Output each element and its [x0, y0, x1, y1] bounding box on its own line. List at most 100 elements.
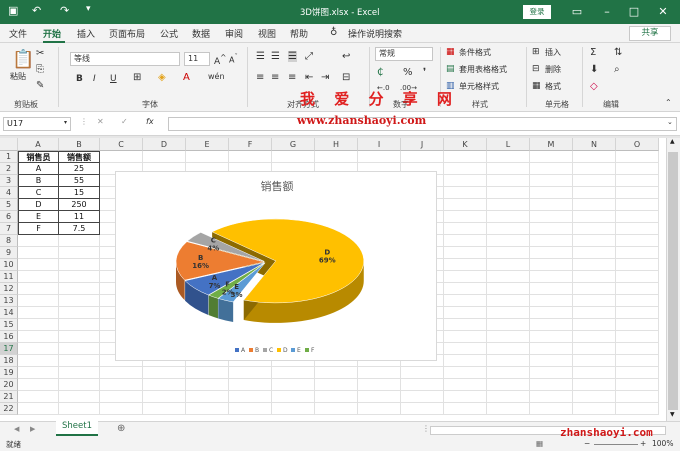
- cell[interactable]: 11: [59, 211, 100, 223]
- decrease-indent-icon[interactable]: ⇤: [305, 72, 313, 83]
- cell[interactable]: [100, 403, 143, 415]
- cell[interactable]: E: [18, 211, 59, 223]
- cell[interactable]: [18, 367, 59, 379]
- tab-page-layout[interactable]: 页面布局: [109, 27, 145, 40]
- next-sheet-icon[interactable]: ▶: [30, 425, 35, 433]
- enter-icon[interactable]: ✓: [121, 117, 128, 126]
- cell[interactable]: [18, 319, 59, 331]
- zoom-out-icon[interactable]: −: [584, 439, 590, 448]
- column-header[interactable]: D: [143, 138, 186, 151]
- number-format-select[interactable]: 常规: [375, 47, 433, 61]
- autosum-icon[interactable]: Σ: [590, 47, 596, 58]
- cell[interactable]: [530, 199, 573, 211]
- name-box-dropdown-icon[interactable]: ▾: [64, 119, 67, 126]
- cell[interactable]: [444, 259, 487, 271]
- cell[interactable]: [59, 259, 100, 271]
- cell[interactable]: [358, 367, 401, 379]
- column-header[interactable]: I: [358, 138, 401, 151]
- sort-filter-icon[interactable]: ⇅: [614, 47, 622, 58]
- column-header[interactable]: J: [401, 138, 444, 151]
- column-header[interactable]: H: [315, 138, 358, 151]
- cell[interactable]: [616, 259, 659, 271]
- cell[interactable]: [616, 391, 659, 403]
- cell[interactable]: [573, 379, 616, 391]
- cell[interactable]: [143, 391, 186, 403]
- cell[interactable]: [59, 295, 100, 307]
- row-header[interactable]: 11: [0, 271, 18, 283]
- cell[interactable]: [530, 235, 573, 247]
- cell[interactable]: [573, 271, 616, 283]
- cell[interactable]: [616, 163, 659, 175]
- cell[interactable]: [315, 403, 358, 415]
- phonetic-icon[interactable]: wén: [208, 72, 225, 81]
- insert-function-button[interactable]: fx: [146, 117, 154, 126]
- column-header[interactable]: L: [487, 138, 530, 151]
- row-header[interactable]: 8: [0, 235, 18, 247]
- cell[interactable]: [59, 391, 100, 403]
- cell[interactable]: [487, 367, 530, 379]
- cell[interactable]: [616, 379, 659, 391]
- normal-view-icon[interactable]: ▦: [536, 439, 543, 448]
- row-header[interactable]: 19: [0, 367, 18, 379]
- copy-icon[interactable]: ⎘: [36, 64, 44, 75]
- fill-icon[interactable]: ⬇: [590, 64, 598, 75]
- cancel-icon[interactable]: ✕: [97, 117, 104, 126]
- cut-icon[interactable]: ✂: [36, 48, 44, 59]
- row-header[interactable]: 9: [0, 247, 18, 259]
- cell[interactable]: [530, 151, 573, 163]
- cell[interactable]: [444, 223, 487, 235]
- cell[interactable]: [444, 319, 487, 331]
- cell[interactable]: [18, 307, 59, 319]
- cell[interactable]: [530, 367, 573, 379]
- name-box[interactable]: U17: [3, 117, 71, 131]
- cell[interactable]: [530, 343, 573, 355]
- fill-color-icon[interactable]: ◈: [158, 72, 166, 83]
- cell[interactable]: [401, 403, 444, 415]
- cell[interactable]: [487, 151, 530, 163]
- tab-home[interactable]: 开始: [43, 27, 61, 40]
- row-header[interactable]: 2: [0, 163, 18, 175]
- cell[interactable]: 销售员: [18, 151, 59, 163]
- cell[interactable]: [444, 307, 487, 319]
- conditional-format-button[interactable]: 条件格式: [459, 47, 491, 58]
- cell[interactable]: [487, 295, 530, 307]
- cell[interactable]: [487, 271, 530, 283]
- cell[interactable]: [616, 367, 659, 379]
- cell[interactable]: [573, 331, 616, 343]
- column-header[interactable]: E: [186, 138, 229, 151]
- cell[interactable]: [59, 247, 100, 259]
- bold-button[interactable]: B: [76, 74, 83, 84]
- underline-button[interactable]: U: [110, 74, 117, 84]
- cell[interactable]: [315, 391, 358, 403]
- cell[interactable]: [616, 295, 659, 307]
- cell[interactable]: [616, 235, 659, 247]
- cell[interactable]: [358, 151, 401, 163]
- orientation-icon[interactable]: ⤢: [305, 51, 313, 62]
- row-header[interactable]: 7: [0, 223, 18, 235]
- cell[interactable]: [616, 223, 659, 235]
- zoom-slider[interactable]: [594, 444, 638, 445]
- cell[interactable]: [272, 151, 315, 163]
- cell[interactable]: [573, 307, 616, 319]
- cell[interactable]: [18, 235, 59, 247]
- cell[interactable]: [444, 379, 487, 391]
- cell[interactable]: [616, 151, 659, 163]
- cell[interactable]: [616, 199, 659, 211]
- tab-file[interactable]: 文件: [9, 27, 27, 40]
- cell[interactable]: [530, 403, 573, 415]
- cell[interactable]: [229, 379, 272, 391]
- cell[interactable]: [616, 271, 659, 283]
- cell[interactable]: [18, 379, 59, 391]
- row-header[interactable]: 6: [0, 211, 18, 223]
- row-header[interactable]: 12: [0, 283, 18, 295]
- cell[interactable]: [573, 295, 616, 307]
- cell[interactable]: [616, 307, 659, 319]
- cell[interactable]: [530, 379, 573, 391]
- cell[interactable]: [315, 151, 358, 163]
- cell[interactable]: [530, 295, 573, 307]
- cell[interactable]: [530, 247, 573, 259]
- tab-formulas[interactable]: 公式: [160, 27, 178, 40]
- row-header[interactable]: 22: [0, 403, 18, 415]
- percent-icon[interactable]: %: [403, 67, 413, 78]
- align-right-icon[interactable]: ≡: [288, 72, 296, 83]
